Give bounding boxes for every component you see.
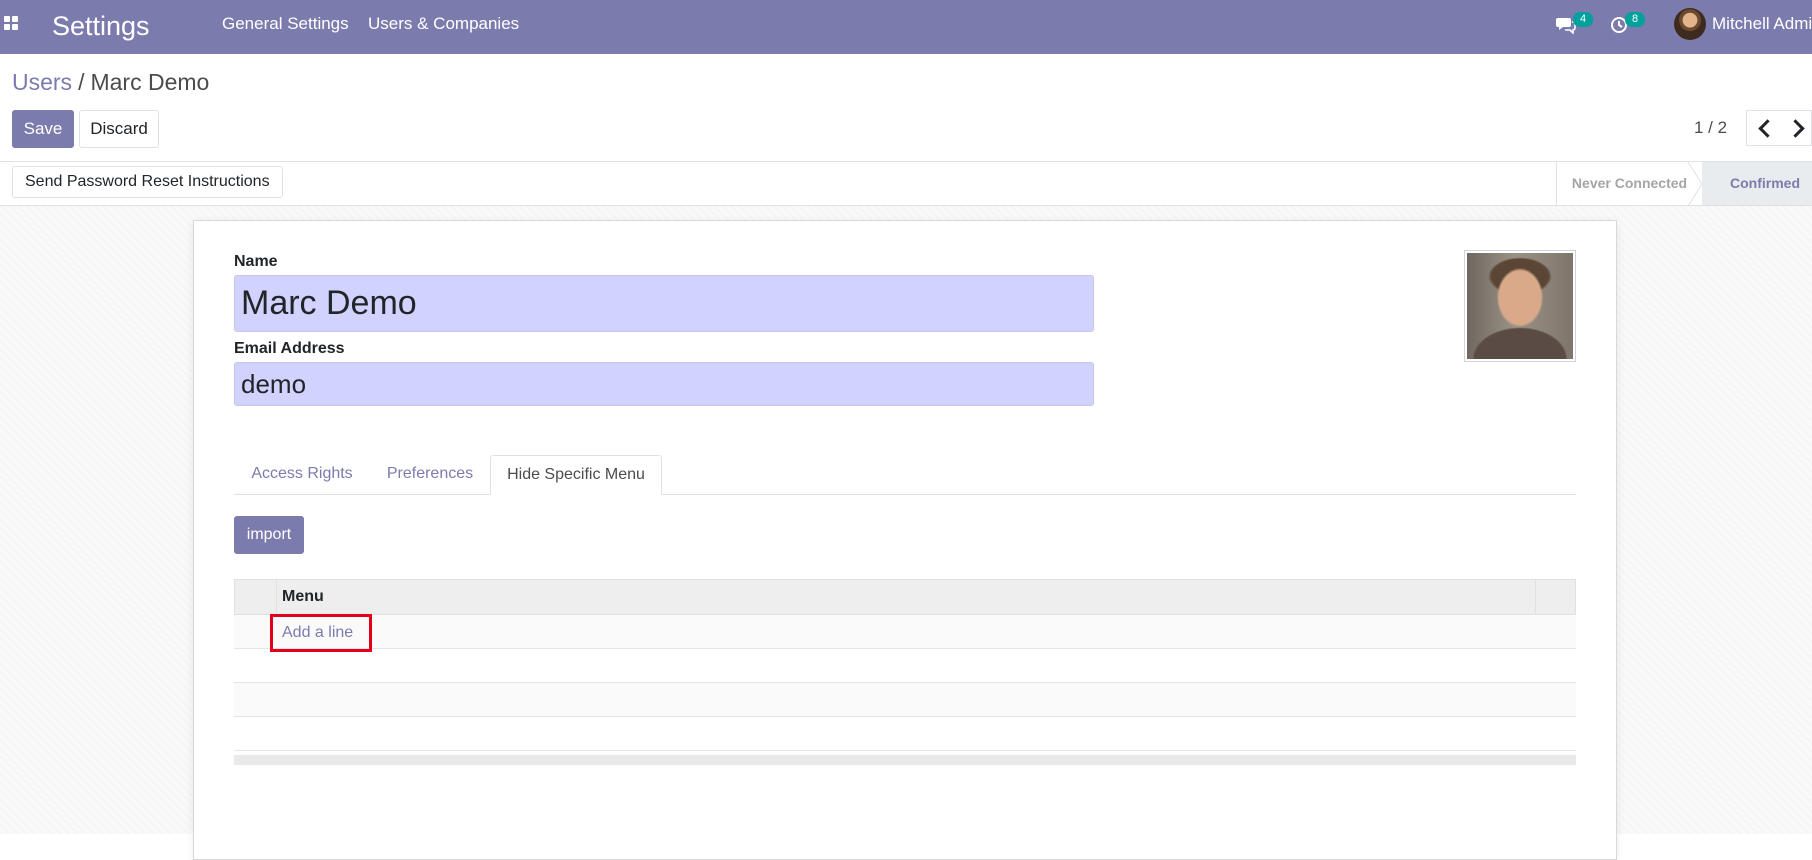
pager-value[interactable]: 1 / 2 bbox=[1694, 118, 1727, 138]
chevron-right-icon bbox=[1786, 119, 1805, 138]
table-row bbox=[234, 615, 1576, 649]
name-input[interactable]: Marc Demo bbox=[234, 275, 1094, 332]
breadcrumb-separator: / bbox=[78, 69, 85, 95]
messages-menu[interactable]: 4 bbox=[1556, 10, 1593, 40]
control-panel: Users / Marc Demo Save Discard 1 / 2 bbox=[0, 54, 1812, 162]
form-statusbar: Send Password Reset Instructions Never C… bbox=[0, 162, 1812, 206]
breadcrumb-users-link[interactable]: Users bbox=[12, 69, 72, 95]
user-photo[interactable] bbox=[1464, 250, 1576, 362]
top-navbar: Settings General Settings Users & Compan… bbox=[0, 0, 1812, 54]
add-a-line-link[interactable]: Add a line bbox=[270, 614, 372, 652]
table-row bbox=[234, 683, 1576, 717]
activities-badge: 8 bbox=[1625, 12, 1645, 27]
apps-grid-icon[interactable] bbox=[4, 16, 20, 32]
discard-button[interactable]: Discard bbox=[79, 110, 159, 148]
user-photo-image bbox=[1467, 253, 1573, 359]
menu-users-companies[interactable]: Users & Companies bbox=[368, 14, 519, 34]
user-avatar bbox=[1674, 8, 1706, 40]
name-label: Name bbox=[234, 253, 278, 270]
menu-column-header[interactable]: Menu bbox=[282, 588, 324, 606]
table-row bbox=[234, 717, 1576, 751]
row-handle-column bbox=[235, 580, 277, 614]
user-name: Mitchell Admin bbox=[1712, 14, 1812, 33]
table-footer bbox=[234, 755, 1576, 765]
email-input[interactable]: demo bbox=[234, 362, 1094, 406]
pager-next-button[interactable] bbox=[1781, 110, 1812, 146]
table-row bbox=[234, 649, 1576, 683]
breadcrumb: Users / Marc Demo bbox=[12, 68, 209, 96]
email-label: Email Address bbox=[234, 340, 345, 357]
pager-previous-button[interactable] bbox=[1746, 110, 1782, 146]
stage-arrow-divider bbox=[1688, 162, 1703, 206]
menu-table-header: Menu bbox=[234, 579, 1576, 615]
optional-columns-toggle[interactable] bbox=[1535, 580, 1575, 614]
send-password-reset-button[interactable]: Send Password Reset Instructions bbox=[12, 166, 283, 198]
app-title[interactable]: Settings bbox=[52, 10, 150, 42]
tab-access-rights[interactable]: Access Rights bbox=[234, 455, 370, 495]
breadcrumb-current: Marc Demo bbox=[90, 69, 210, 95]
chevron-left-icon bbox=[1758, 119, 1777, 138]
menu-general-settings[interactable]: General Settings bbox=[222, 14, 349, 34]
import-button[interactable]: import bbox=[234, 516, 304, 554]
save-button[interactable]: Save bbox=[12, 110, 74, 148]
messages-badge: 4 bbox=[1573, 12, 1593, 27]
activities-menu[interactable]: 8 bbox=[1610, 10, 1645, 40]
stage-never-connected[interactable]: Never Connected bbox=[1556, 162, 1702, 205]
stage-confirmed[interactable]: Confirmed bbox=[1702, 162, 1812, 205]
notebook-tabs: Access Rights Preferences Hide Specific … bbox=[234, 455, 1576, 495]
tab-preferences[interactable]: Preferences bbox=[370, 455, 490, 495]
tab-hide-specific-menu[interactable]: Hide Specific Menu bbox=[490, 455, 662, 495]
